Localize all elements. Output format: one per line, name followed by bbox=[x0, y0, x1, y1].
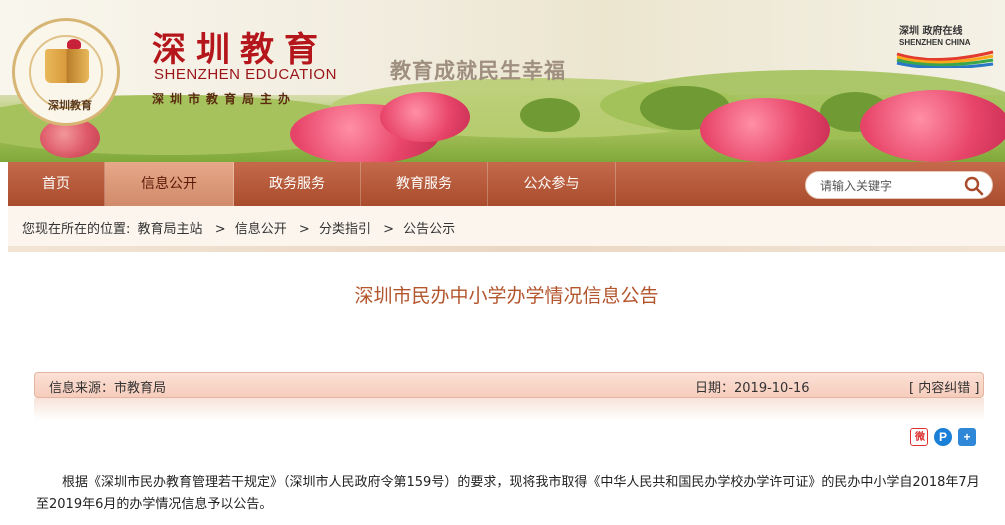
site-subtitle: 深圳市教育局主办 bbox=[152, 92, 297, 106]
pinterest-icon: P bbox=[938, 430, 947, 444]
banner-flowers bbox=[860, 90, 1005, 162]
article-date: 日期：2019-10-16 bbox=[695, 381, 810, 396]
pinterest-share-button[interactable]: P bbox=[934, 428, 952, 446]
weibo-share-button[interactable]: 微 bbox=[910, 428, 928, 446]
site-title: 深圳教育 bbox=[152, 30, 328, 70]
banner-flowers bbox=[380, 92, 470, 142]
shenzhen-gov-logo[interactable]: 深圳 政府在线 SHENZHEN CHINA bbox=[895, 22, 995, 72]
header-banner: 深圳教育 深圳教育 SHENZHEN EDUCATION 深圳市教育局主办 教育… bbox=[0, 0, 1005, 162]
nav-public-participation[interactable]: 公众参与 bbox=[488, 162, 616, 206]
content-correction-link[interactable]: [ 内容纠错 ] bbox=[909, 377, 979, 396]
book-icon bbox=[45, 49, 89, 83]
partner-logo-cn: 深圳 政府在线 bbox=[899, 26, 963, 37]
article-container: 深圳市民办中小学办学情况信息公告 信息来源：市教育局 日期：2019-10-16… bbox=[8, 252, 1005, 525]
search-box bbox=[805, 171, 993, 199]
site-logo[interactable]: 深圳教育 bbox=[12, 18, 120, 126]
info-bar-shadow bbox=[34, 398, 984, 420]
site-slogan: 教育成就民生幸福 bbox=[390, 58, 566, 83]
breadcrumb-prefix: 您现在所在的位置: bbox=[22, 222, 131, 237]
breadcrumb-item-info-public[interactable]: 信息公开 bbox=[235, 222, 287, 237]
article-body: 根据《深圳市民办教育管理若干规定》（深圳市人民政府令第159号）的要求，现将我市… bbox=[36, 475, 980, 512]
search-icon[interactable] bbox=[964, 176, 984, 196]
more-share-button[interactable]: + bbox=[958, 428, 976, 446]
nav-info-public[interactable]: 信息公开 bbox=[105, 162, 234, 206]
partner-logo-en: SHENZHEN CHINA bbox=[899, 38, 971, 47]
search-input[interactable] bbox=[820, 177, 960, 195]
nav-gov-service[interactable]: 政务服务 bbox=[234, 162, 361, 206]
breadcrumb-separator: > bbox=[298, 222, 310, 237]
logo-text: 深圳教育 bbox=[48, 99, 92, 112]
nav-home[interactable]: 首页 bbox=[8, 162, 105, 206]
breadcrumb-item-main-site[interactable]: 教育局主站 bbox=[138, 222, 203, 237]
banner-tree bbox=[520, 98, 580, 132]
breadcrumb-trail: 您现在所在的位置: 教育局主站 > 信息公开 > 分类指引 > 公告公示 bbox=[22, 218, 458, 237]
banner-flowers bbox=[700, 98, 830, 162]
article-title: 深圳市民办中小学办学情况信息公告 bbox=[354, 285, 659, 307]
breadcrumb-separator: > bbox=[383, 222, 394, 237]
weibo-icon: 微 bbox=[915, 432, 925, 443]
breadcrumb: 您现在所在的位置: 教育局主站 > 信息公开 > 分类指引 > 公告公示 bbox=[8, 206, 1005, 246]
breadcrumb-item-announcement[interactable]: 公告公示 bbox=[403, 222, 455, 237]
breadcrumb-item-category[interactable]: 分类指引 bbox=[319, 222, 371, 237]
rainbow-swoosh-icon bbox=[896, 50, 994, 68]
plus-icon: + bbox=[963, 430, 971, 444]
article-source: 信息来源：市教育局 bbox=[49, 381, 167, 396]
site-title-en: SHENZHEN EDUCATION bbox=[154, 66, 337, 83]
nav-edu-service[interactable]: 教育服务 bbox=[361, 162, 488, 206]
bird-icon bbox=[67, 39, 81, 49]
main-nav: 首页 信息公开 政务服务 教育服务 公众参与 bbox=[8, 162, 1005, 206]
breadcrumb-separator: > bbox=[214, 222, 226, 237]
article-info-bar: 信息来源：市教育局 日期：2019-10-16 [ 内容纠错 ] bbox=[34, 372, 984, 398]
